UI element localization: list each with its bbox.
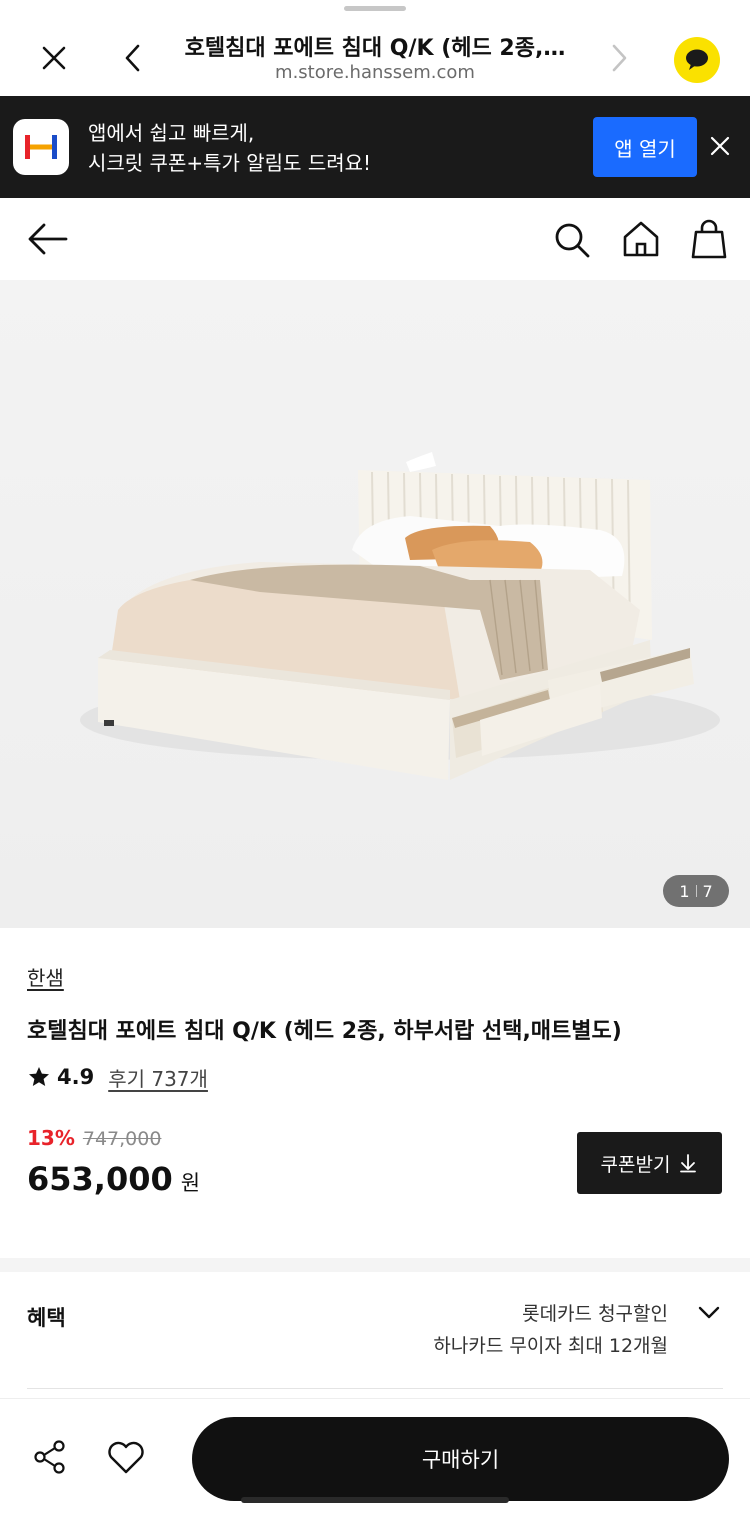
banner-message: 앱에서 쉽고 빠르게, 시크릿 쿠폰+특가 알림도 드려요!: [88, 118, 371, 178]
page-url[interactable]: m.store.hanssem.com: [170, 62, 580, 83]
sale-price: 653,000: [27, 1160, 173, 1198]
speech-bubble-icon: [686, 49, 708, 70]
browser-back-icon[interactable]: [118, 40, 148, 76]
benefits-summary[interactable]: 롯데카드 청구할인 하나카드 무이자 최대 12개월: [300, 1298, 668, 1362]
image-counter-total: 7: [702, 881, 713, 901]
coupon-button-label: 쿠폰받기: [600, 1153, 671, 1176]
chevron-down-icon[interactable]: [696, 1302, 722, 1324]
section-divider: [0, 1258, 750, 1272]
brand-link[interactable]: 한샘: [27, 962, 64, 991]
banner-line-2: 시크릿 쿠폰+특가 알림도 드려요!: [88, 151, 372, 175]
search-icon[interactable]: [552, 220, 592, 260]
discount-row: 13% 747,000: [27, 1126, 161, 1150]
rating-row: 4.9 후기 737개: [27, 1060, 208, 1094]
discount-rate: 13%: [27, 1126, 75, 1150]
product-title: 호텔침대 포에트 침대 Q/K (헤드 2종, 하부서랍 선택,매트별도): [27, 1019, 622, 1044]
star-icon: [29, 1067, 49, 1086]
app-install-banner: 앱에서 쉽고 빠르게, 시크릿 쿠폰+특가 알림도 드려요! 앱 열기: [0, 96, 750, 198]
hanssem-logo: [13, 119, 69, 175]
back-arrow-icon[interactable]: [26, 220, 70, 258]
heart-icon[interactable]: [104, 1435, 148, 1479]
share-icon[interactable]: [30, 1437, 70, 1477]
shopping-bag-icon[interactable]: [690, 218, 728, 260]
kakao-share-button[interactable]: [674, 37, 720, 83]
home-icon[interactable]: [620, 218, 662, 260]
benefits-divider: [27, 1388, 723, 1389]
coupon-download-button[interactable]: 쿠폰받기: [577, 1132, 722, 1194]
home-indicator: [241, 1497, 509, 1503]
buy-now-button[interactable]: 구매하기: [192, 1417, 729, 1501]
open-app-button[interactable]: 앱 열기: [593, 117, 697, 177]
price-row: 653,000 원: [27, 1160, 200, 1198]
browser-bar: 호텔침대 포에트 침대 Q/K (헤드 2종,… m.store.hanssem…: [0, 0, 750, 96]
image-counter: 1 7: [663, 875, 729, 907]
page-title: 호텔침대 포에트 침대 Q/K (헤드 2종,…: [184, 36, 566, 61]
benefit-lotte-card: 롯데카드 청구할인: [522, 1303, 668, 1325]
currency-unit: 원: [180, 1171, 201, 1195]
benefits-label: 혜택: [27, 1306, 66, 1330]
original-price: 747,000: [82, 1128, 162, 1150]
download-arrow-icon: [680, 1154, 697, 1173]
banner-close-icon[interactable]: [706, 132, 734, 160]
site-header: [0, 198, 750, 280]
close-icon[interactable]: [36, 40, 72, 76]
benefit-hana-card: 하나카드 무이자 최대 12개월: [433, 1335, 668, 1357]
bed-illustration: [0, 280, 750, 928]
review-count-link[interactable]: 후기 737개: [108, 1063, 208, 1092]
browser-forward-icon[interactable]: [604, 40, 634, 76]
product-image[interactable]: [0, 280, 750, 928]
rating-value: 4.9: [57, 1065, 95, 1089]
sheet-grabber[interactable]: [344, 6, 406, 11]
image-counter-current: 1: [679, 881, 690, 901]
image-counter-separator: [695, 885, 697, 897]
banner-line-1: 앱에서 쉽고 빠르게,: [88, 121, 255, 145]
